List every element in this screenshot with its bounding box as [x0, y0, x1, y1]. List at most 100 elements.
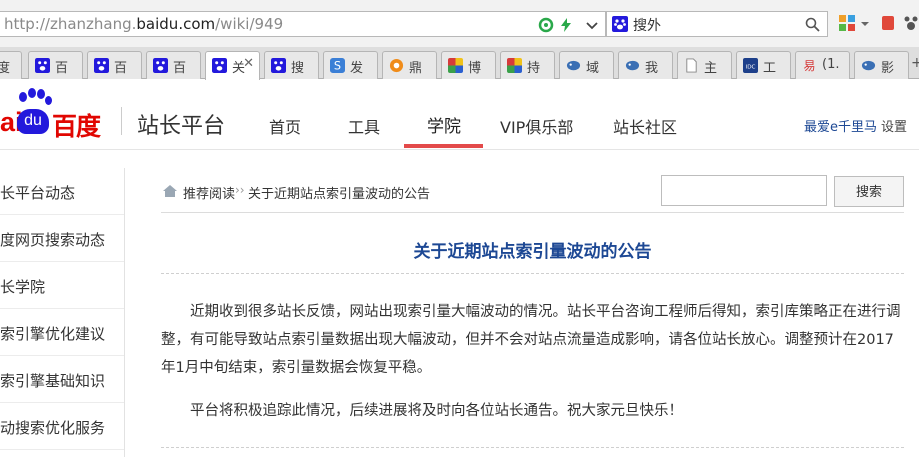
tab-label: 我: [645, 61, 659, 76]
nav-academy[interactable]: 学院: [427, 112, 461, 137]
tab-overflow-icon[interactable]: +: [911, 55, 919, 71]
logo-divider: [121, 107, 122, 135]
tab-label: 百: [55, 61, 69, 76]
chevron-down-icon[interactable]: [584, 17, 600, 33]
tab-label: 影: [881, 61, 895, 76]
fish-icon: [566, 60, 581, 71]
s-icon: S: [330, 58, 345, 73]
sidebar-item[interactable]: 长学院: [0, 262, 124, 309]
colorful-icon: [448, 58, 463, 73]
baidu-paw-icon: [35, 58, 50, 73]
user-name-link[interactable]: 最爱e千里马: [804, 116, 877, 135]
baidu-paw-icon: [94, 58, 109, 73]
tab-label: 持: [527, 61, 541, 76]
tab-label: 搜: [291, 61, 305, 76]
baidu-logo[interactable]: ai du 百度: [0, 88, 110, 141]
paw-extension-icon[interactable]: [902, 14, 919, 32]
refresh-icon[interactable]: [538, 17, 554, 33]
browser-search-box[interactable]: 搜外: [606, 11, 828, 37]
paw-toe: [28, 88, 36, 98]
baidu-paw-icon: [212, 58, 227, 73]
address-url[interactable]: http://zhanzhang.baidu.com/wiki/949: [4, 15, 283, 33]
browser-tab[interactable]: 持: [500, 51, 555, 79]
lightning-icon[interactable]: [558, 17, 574, 33]
sidebar-item[interactable]: 动搜索优化服务: [0, 403, 124, 450]
sidebar-item[interactable]: 度网页搜索动态: [0, 215, 124, 262]
sidebar-item[interactable]: 索引擎优化建议: [0, 309, 124, 356]
nav-tools[interactable]: 工具: [348, 114, 380, 138]
sidebar: 长平台动态 度网页搜索动态 长学院 索引擎优化建议 索引擎基础知识 动搜索优化服…: [0, 168, 125, 457]
browser-tab[interactable]: 搜: [264, 51, 319, 79]
browser-tab[interactable]: 博: [441, 51, 496, 79]
browser-search-text[interactable]: 搜外: [633, 15, 661, 35]
nav-vip-club[interactable]: VIP俱乐部: [500, 114, 573, 138]
browser-tab[interactable]: 百: [146, 51, 201, 79]
baidu-paw-icon: [153, 58, 168, 73]
address-bar[interactable]: http://zhanzhang.baidu.com/wiki/949: [0, 11, 606, 37]
sidebar-item[interactable]: 长平台动态: [0, 168, 124, 215]
tab-label: 域: [586, 61, 600, 76]
fish-icon: [861, 60, 876, 71]
browser-tab[interactable]: 域: [559, 51, 614, 79]
baidu-paw-icon: [612, 16, 628, 32]
red-extension-icon[interactable]: [879, 14, 897, 32]
browser-tab[interactable]: 百: [28, 51, 83, 79]
search-button[interactable]: 搜索: [834, 176, 904, 207]
breadcrumb-recommended[interactable]: 推荐阅读: [183, 183, 235, 202]
colorful-icon: [507, 58, 522, 73]
idc-icon: IDC: [743, 58, 758, 73]
sidebar-item-label: 长学院: [0, 278, 46, 296]
tab-label: 主: [704, 61, 718, 76]
browser-tab[interactable]: 鼎: [382, 51, 437, 79]
browser-tab-strip: 度 百 百 百 关 ✕ 搜 S发 鼎 博 持 域 我 主 IDC 工 易 (1. 影 …: [0, 47, 919, 80]
browser-tab[interactable]: 度: [0, 51, 22, 79]
browser-tab[interactable]: 我: [618, 51, 673, 79]
paw-toe: [37, 89, 45, 99]
dropdown-arrow-icon[interactable]: [860, 14, 870, 32]
site-header: ai du 百度 站长平台 首页 工具 学院 VIP俱乐部 站长社区 最爱e千里…: [0, 80, 919, 150]
home-icon: [163, 185, 177, 197]
site-search-input[interactable]: [661, 175, 827, 206]
browser-tab[interactable]: 易 (1.: [795, 51, 850, 79]
browser-tab-active[interactable]: 关 ✕: [205, 51, 260, 80]
tab-label: 鼎: [409, 61, 423, 76]
tab-label: (1.: [822, 57, 840, 72]
close-tab-icon[interactable]: ✕: [243, 56, 254, 71]
paw-toe: [19, 92, 27, 102]
orange-circle-icon: [389, 58, 404, 73]
divider: [161, 212, 904, 213]
nav-home[interactable]: 首页: [269, 114, 301, 138]
sidebar-item-label: 索引擎基础知识: [0, 372, 106, 390]
svg-text:IDC: IDC: [746, 64, 756, 70]
easy-icon: 易: [803, 59, 815, 73]
breadcrumb-current: 关于近期站点索引量波动的公告: [248, 187, 431, 202]
bottom-divider: [161, 447, 904, 448]
logo-baidu-cn: 百度: [52, 112, 101, 141]
title-divider: [161, 273, 904, 274]
tab-label: 度: [0, 61, 11, 76]
nav-community[interactable]: 站长社区: [613, 114, 677, 138]
article-title: 关于近期站点索引量波动的公告: [413, 242, 652, 262]
tab-label: 工: [763, 61, 777, 76]
tab-label: 百: [114, 61, 128, 76]
document-icon: [686, 58, 697, 73]
svg-text:S: S: [334, 60, 341, 73]
sidebar-item-label: 长平台动态: [0, 184, 76, 202]
browser-tab[interactable]: 影: [854, 51, 909, 79]
browser-tab[interactable]: IDC 工: [736, 51, 791, 79]
search-icon[interactable]: [805, 17, 820, 32]
svg-text:易: 易: [803, 59, 815, 73]
tab-label: 百: [173, 61, 187, 76]
settings-link[interactable]: 设置: [881, 116, 907, 135]
sidebar-item-label: 度网页搜索动态: [0, 231, 106, 249]
apps-grid-icon[interactable]: [838, 14, 856, 32]
breadcrumb-separator-icon: ››: [235, 183, 245, 197]
site-name[interactable]: 站长平台: [137, 108, 225, 140]
nav-active-indicator: [404, 144, 483, 148]
browser-tab[interactable]: 百: [87, 51, 142, 79]
browser-tab[interactable]: 主: [677, 51, 732, 79]
sidebar-item-label: 索引擎优化建议: [0, 325, 106, 343]
browser-address-row: http://zhanzhang.baidu.com/wiki/949 搜外: [0, 0, 919, 47]
browser-tab[interactable]: S发: [323, 51, 378, 79]
sidebar-item[interactable]: 索引擎基础知识: [0, 356, 124, 403]
